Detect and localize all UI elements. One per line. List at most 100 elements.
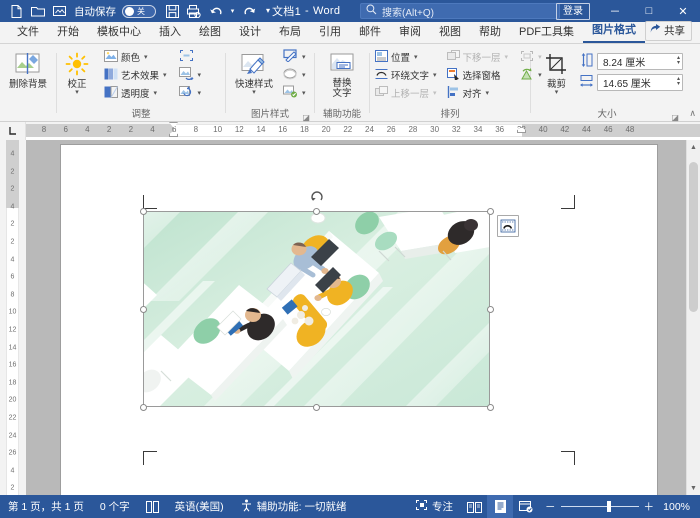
proofing-icon[interactable] (138, 495, 167, 518)
crop-button[interactable]: 裁剪 ▾ (539, 48, 574, 96)
tab-layout[interactable]: 布局 (270, 22, 310, 43)
language-indicator[interactable]: 英语(美国) (167, 495, 232, 518)
quick-styles-caret-icon[interactable]: ▾ (252, 90, 256, 96)
alt-text-button[interactable]: 替换 文字 (319, 48, 365, 99)
canvas[interactable]: ▲ ▼ (26, 140, 700, 495)
align-button[interactable]: 对齐 ▾ (444, 84, 512, 102)
align-caret-icon[interactable]: ▾ (486, 89, 490, 97)
picture-border-button[interactable]: ▾ (280, 48, 309, 66)
transparency-caret-icon[interactable]: ▾ (154, 89, 158, 97)
shape-height-input[interactable]: 8.24 厘米 ▴▾ (597, 53, 683, 70)
corrections-button[interactable]: 校正 ▾ (57, 48, 97, 96)
share-button[interactable]: 共享 (645, 21, 692, 41)
crop-caret-icon[interactable]: ▾ (555, 90, 559, 96)
accessibility-status[interactable]: 辅助功能: 一切就绪 (232, 495, 355, 518)
send-backward-button[interactable]: 下移一层 ▾ (444, 48, 512, 66)
minimize-button[interactable]: － (598, 0, 632, 22)
size-dialog-launcher-icon[interactable]: ◪ (671, 113, 679, 122)
zoom-track[interactable] (561, 506, 639, 507)
tab-pdf-tools[interactable]: PDF工具集 (510, 22, 583, 43)
bring-forward-button[interactable]: 上移一层 ▾ (372, 84, 440, 102)
tab-file[interactable]: 文件 (8, 22, 48, 43)
compress-pictures-button[interactable]: ▾ (176, 48, 205, 66)
sign-in-button[interactable]: 登录 (556, 3, 590, 20)
tab-home[interactable]: 开始 (48, 22, 88, 43)
focus-button[interactable]: 专注 (407, 495, 461, 518)
resize-handle-bottom-right[interactable] (487, 404, 494, 411)
tab-insert[interactable]: 插入 (150, 22, 190, 43)
resize-handle-middle-left[interactable] (140, 306, 147, 313)
position-button[interactable]: 位置 ▾ (372, 48, 440, 66)
web-layout-button[interactable] (513, 495, 539, 518)
artistic-effects-button[interactable]: 艺术效果 ▾ (101, 66, 170, 84)
change-picture-caret-icon[interactable]: ▾ (198, 71, 202, 79)
rotate-handle[interactable] (310, 191, 324, 205)
tab-references[interactable]: 引用 (310, 22, 350, 43)
resize-handle-middle-right[interactable] (487, 306, 494, 313)
vertical-ruler[interactable]: 42242246810121416182022242642 (0, 140, 26, 495)
change-picture-button[interactable]: ▾ (176, 66, 205, 84)
search-input[interactable]: 搜索(Alt+Q) (360, 3, 560, 19)
document-page[interactable] (61, 145, 657, 495)
zoom-out-button[interactable]: － (545, 499, 556, 514)
collapse-ribbon-icon[interactable]: ∧ (689, 108, 696, 119)
resize-handle-top-left[interactable] (140, 208, 147, 215)
resize-handle-bottom-left[interactable] (140, 404, 147, 411)
tab-stop-selector[interactable] (0, 122, 26, 140)
wrap-text-button[interactable]: 环绕文字 ▾ (372, 66, 440, 84)
tab-help[interactable]: 帮助 (470, 22, 510, 43)
save-icon[interactable] (162, 2, 182, 20)
shape-width-input[interactable]: 14.65 厘米 ▴▾ (597, 74, 683, 91)
zoom-level[interactable]: 100% (660, 501, 694, 513)
print-preview-icon[interactable] (184, 2, 204, 20)
undo-dropdown-icon[interactable]: ▾ (228, 2, 237, 20)
tab-template-center[interactable]: 模板中心 (88, 22, 150, 43)
tab-picture-format[interactable]: 图片格式 (583, 20, 645, 43)
resize-handle-top-right[interactable] (487, 208, 494, 215)
tab-draw[interactable]: 绘图 (190, 22, 230, 43)
word-count[interactable]: 0 个字 (92, 495, 138, 518)
reset-picture-caret-icon[interactable]: ▾ (198, 89, 202, 97)
color-button[interactable]: 颜色 ▾ (101, 48, 170, 66)
vertical-scroll-thumb[interactable] (689, 162, 698, 312)
redo-icon[interactable] (239, 2, 259, 20)
tab-mailings[interactable]: 邮件 (350, 22, 390, 43)
bring-forward-caret-icon[interactable]: ▾ (433, 89, 437, 97)
vertical-scrollbar[interactable]: ▲ ▼ (686, 140, 700, 495)
color-caret-icon[interactable]: ▾ (144, 53, 148, 61)
save-as-pdf-icon[interactable] (50, 2, 70, 20)
wrap-text-caret-icon[interactable]: ▾ (433, 71, 437, 79)
zoom-thumb[interactable] (607, 501, 611, 512)
maximize-button[interactable]: □ (632, 0, 666, 22)
print-layout-button[interactable] (487, 495, 513, 518)
scroll-down-arrow[interactable]: ▼ (687, 481, 700, 495)
resize-handle-top-center[interactable] (313, 208, 320, 215)
picture-effects-caret-icon[interactable]: ▾ (302, 71, 306, 79)
remove-background-button[interactable]: 删除背景 (2, 48, 54, 90)
position-caret-icon[interactable]: ▾ (414, 53, 418, 61)
reset-picture-button[interactable]: ▾ (176, 84, 205, 102)
corrections-caret-icon[interactable]: ▾ (75, 90, 79, 96)
tab-view[interactable]: 视图 (430, 22, 470, 43)
zoom-in-button[interactable]: ＋ (644, 499, 655, 514)
page-info[interactable]: 第 1 页，共 1 页 (6, 495, 92, 518)
scroll-up-arrow[interactable]: ▲ (687, 140, 700, 154)
selection-pane-button[interactable]: 选择窗格 (444, 66, 512, 84)
picture-effects-button[interactable]: ▾ (280, 66, 309, 84)
picture-border-caret-icon[interactable]: ▾ (302, 53, 306, 61)
autosave-toggle[interactable]: 关 (122, 5, 156, 18)
resize-handle-bottom-center[interactable] (313, 404, 320, 411)
picture-styles-dialog-launcher-icon[interactable]: ◪ (302, 113, 310, 122)
close-button[interactable]: ✕ (666, 0, 700, 22)
picture-layout-button[interactable]: ▾ (280, 84, 309, 102)
shape-height-spinner[interactable]: ▴▾ (677, 56, 680, 66)
layout-options-button[interactable] (497, 215, 519, 237)
undo-icon[interactable] (206, 2, 226, 20)
new-document-icon[interactable] (6, 2, 26, 20)
tab-review[interactable]: 审阅 (390, 22, 430, 43)
zoom-slider[interactable]: － ＋ (539, 499, 660, 514)
picture-layout-caret-icon[interactable]: ▾ (302, 89, 306, 97)
shape-width-spinner[interactable]: ▴▾ (677, 77, 680, 87)
tab-design[interactable]: 设计 (230, 22, 270, 43)
transparency-button[interactable]: 透明度 ▾ (101, 84, 170, 102)
